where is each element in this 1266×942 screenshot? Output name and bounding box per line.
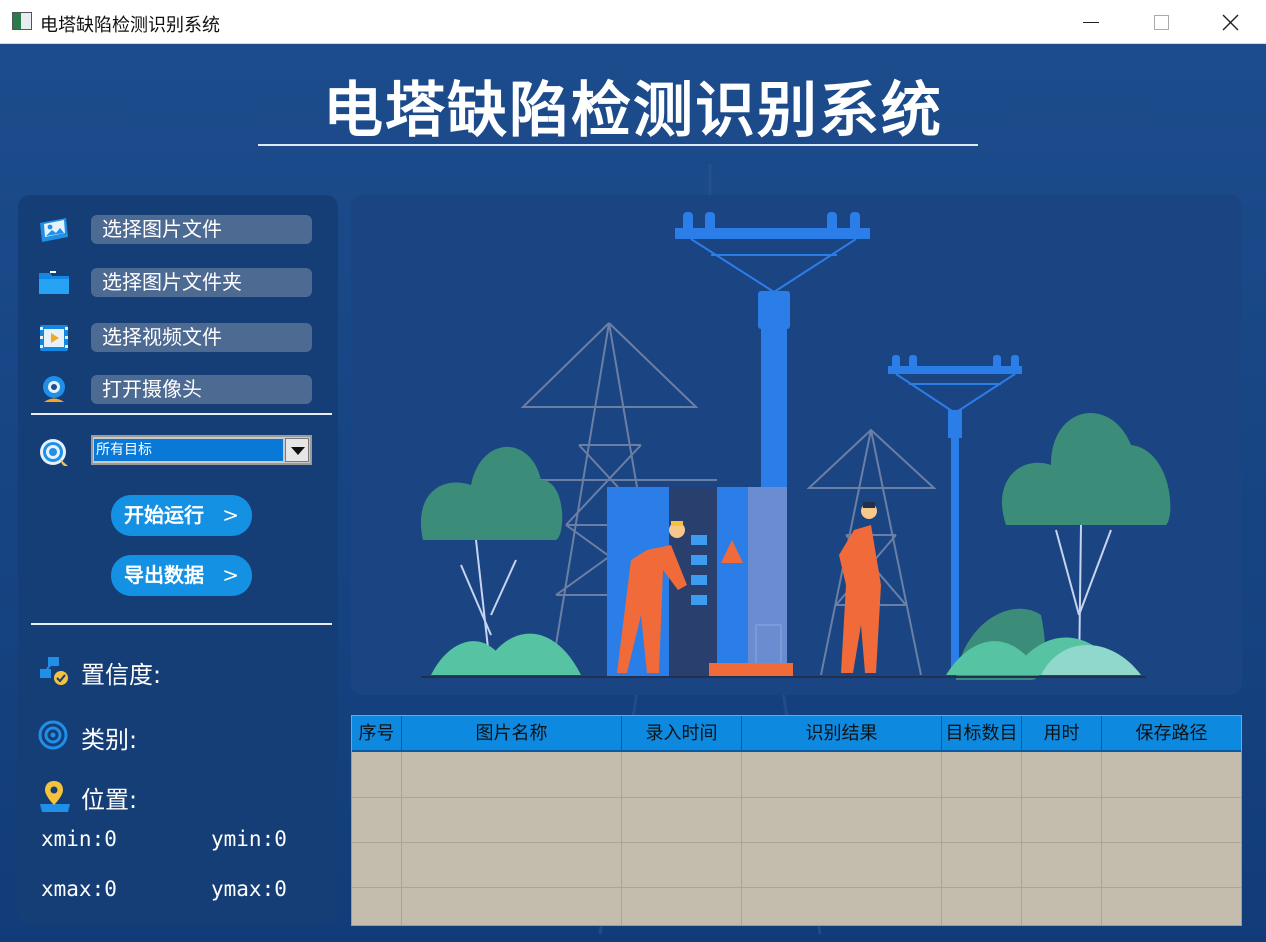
column-header-entry-time[interactable]: 录入时间 xyxy=(622,716,742,752)
table-grid-line xyxy=(1021,752,1022,925)
export-data-label: 导出数据 xyxy=(124,563,204,587)
folder-icon xyxy=(39,271,69,294)
open-camera-button[interactable]: 打开摄像头 xyxy=(91,375,312,404)
class-icon xyxy=(38,720,68,750)
camera-icon xyxy=(43,376,65,402)
power-tower-illustration xyxy=(420,212,1171,680)
minimize-button[interactable] xyxy=(1056,0,1126,44)
column-header-duration[interactable]: 用时 xyxy=(1022,716,1102,752)
table-grid-line xyxy=(352,887,1241,888)
menu-row-image-file: 选择图片文件 xyxy=(18,215,338,245)
start-run-label: 开始运行 xyxy=(124,503,204,527)
table-grid-line xyxy=(352,842,1241,843)
table-header: 序号 图片名称 录入时间 识别结果 目标数目 用时 保存路径 xyxy=(352,716,1241,752)
results-table: 序号 图片名称 录入时间 识别结果 目标数目 用时 保存路径 xyxy=(351,715,1242,926)
position-row: 位置: xyxy=(18,779,338,814)
ymin-value: ymin:0 xyxy=(211,827,287,851)
main-window: 电塔缺陷检测识别系统 选择图片文件 选择图片文件夹 选择视频文件 打开摄像头 所… xyxy=(0,44,1266,942)
start-run-button[interactable]: 开始运行 > xyxy=(111,495,252,536)
window-titlebar: 电塔缺陷检测识别系统 xyxy=(0,0,1266,44)
column-header-image-name[interactable]: 图片名称 xyxy=(402,716,622,752)
close-icon xyxy=(1222,14,1239,31)
table-grid-line xyxy=(1101,752,1102,925)
column-header-index[interactable]: 序号 xyxy=(352,716,402,752)
divider-bottom xyxy=(31,623,332,625)
confidence-icon xyxy=(40,657,68,685)
select-video-file-button[interactable]: 选择视频文件 xyxy=(91,323,312,352)
page-title: 电塔缺陷检测识别系统 xyxy=(323,76,943,146)
confidence-label: 置信度: xyxy=(81,661,162,689)
xmin-value: xmin:0 xyxy=(41,827,117,851)
table-grid-line xyxy=(401,752,402,925)
control-panel: 选择图片文件 选择图片文件夹 选择视频文件 打开摄像头 所有目标 开始运行 > … xyxy=(18,195,338,925)
video-file-icon xyxy=(40,325,68,351)
window-title: 电塔缺陷检测识别系统 xyxy=(40,15,220,36)
image-file-icon xyxy=(40,218,68,242)
position-label: 位置: xyxy=(81,786,138,814)
confidence-row: 置信度: xyxy=(18,654,338,689)
table-grid-line xyxy=(621,752,622,925)
chevron-down-icon[interactable] xyxy=(285,438,309,462)
column-header-target-count[interactable]: 目标数目 xyxy=(942,716,1022,752)
column-header-result[interactable]: 识别结果 xyxy=(742,716,942,752)
menu-row-image-folder: 选择图片文件夹 xyxy=(18,268,338,298)
menu-row-video-file: 选择视频文件 xyxy=(18,323,338,353)
app-icon xyxy=(12,12,32,30)
target-select[interactable]: 所有目标 xyxy=(91,435,312,465)
ymax-value: ymax:0 xyxy=(211,877,287,901)
xmax-value: xmax:0 xyxy=(41,877,117,901)
target-select-row: 所有目标 xyxy=(18,435,338,467)
image-display xyxy=(351,195,1242,695)
title-underline xyxy=(258,144,978,146)
class-row: 类别: xyxy=(18,719,338,754)
close-button[interactable] xyxy=(1196,0,1266,44)
select-image-file-button[interactable]: 选择图片文件 xyxy=(91,215,312,244)
maximize-button[interactable] xyxy=(1126,0,1196,44)
chevron-right-icon: > xyxy=(222,563,239,587)
target-icon xyxy=(40,439,68,466)
table-grid-line xyxy=(941,752,942,925)
target-select-value: 所有目标 xyxy=(94,439,283,461)
divider-top xyxy=(31,413,332,415)
location-pin-icon xyxy=(40,781,70,812)
class-label: 类别: xyxy=(81,726,138,754)
select-image-folder-button[interactable]: 选择图片文件夹 xyxy=(91,268,312,297)
export-data-button[interactable]: 导出数据 > xyxy=(111,555,252,596)
chevron-right-icon: > xyxy=(222,503,239,527)
table-grid-line xyxy=(741,752,742,925)
column-header-save-path[interactable]: 保存路径 xyxy=(1102,716,1241,752)
table-grid-line xyxy=(352,797,1241,798)
menu-row-camera: 打开摄像头 xyxy=(18,375,338,405)
